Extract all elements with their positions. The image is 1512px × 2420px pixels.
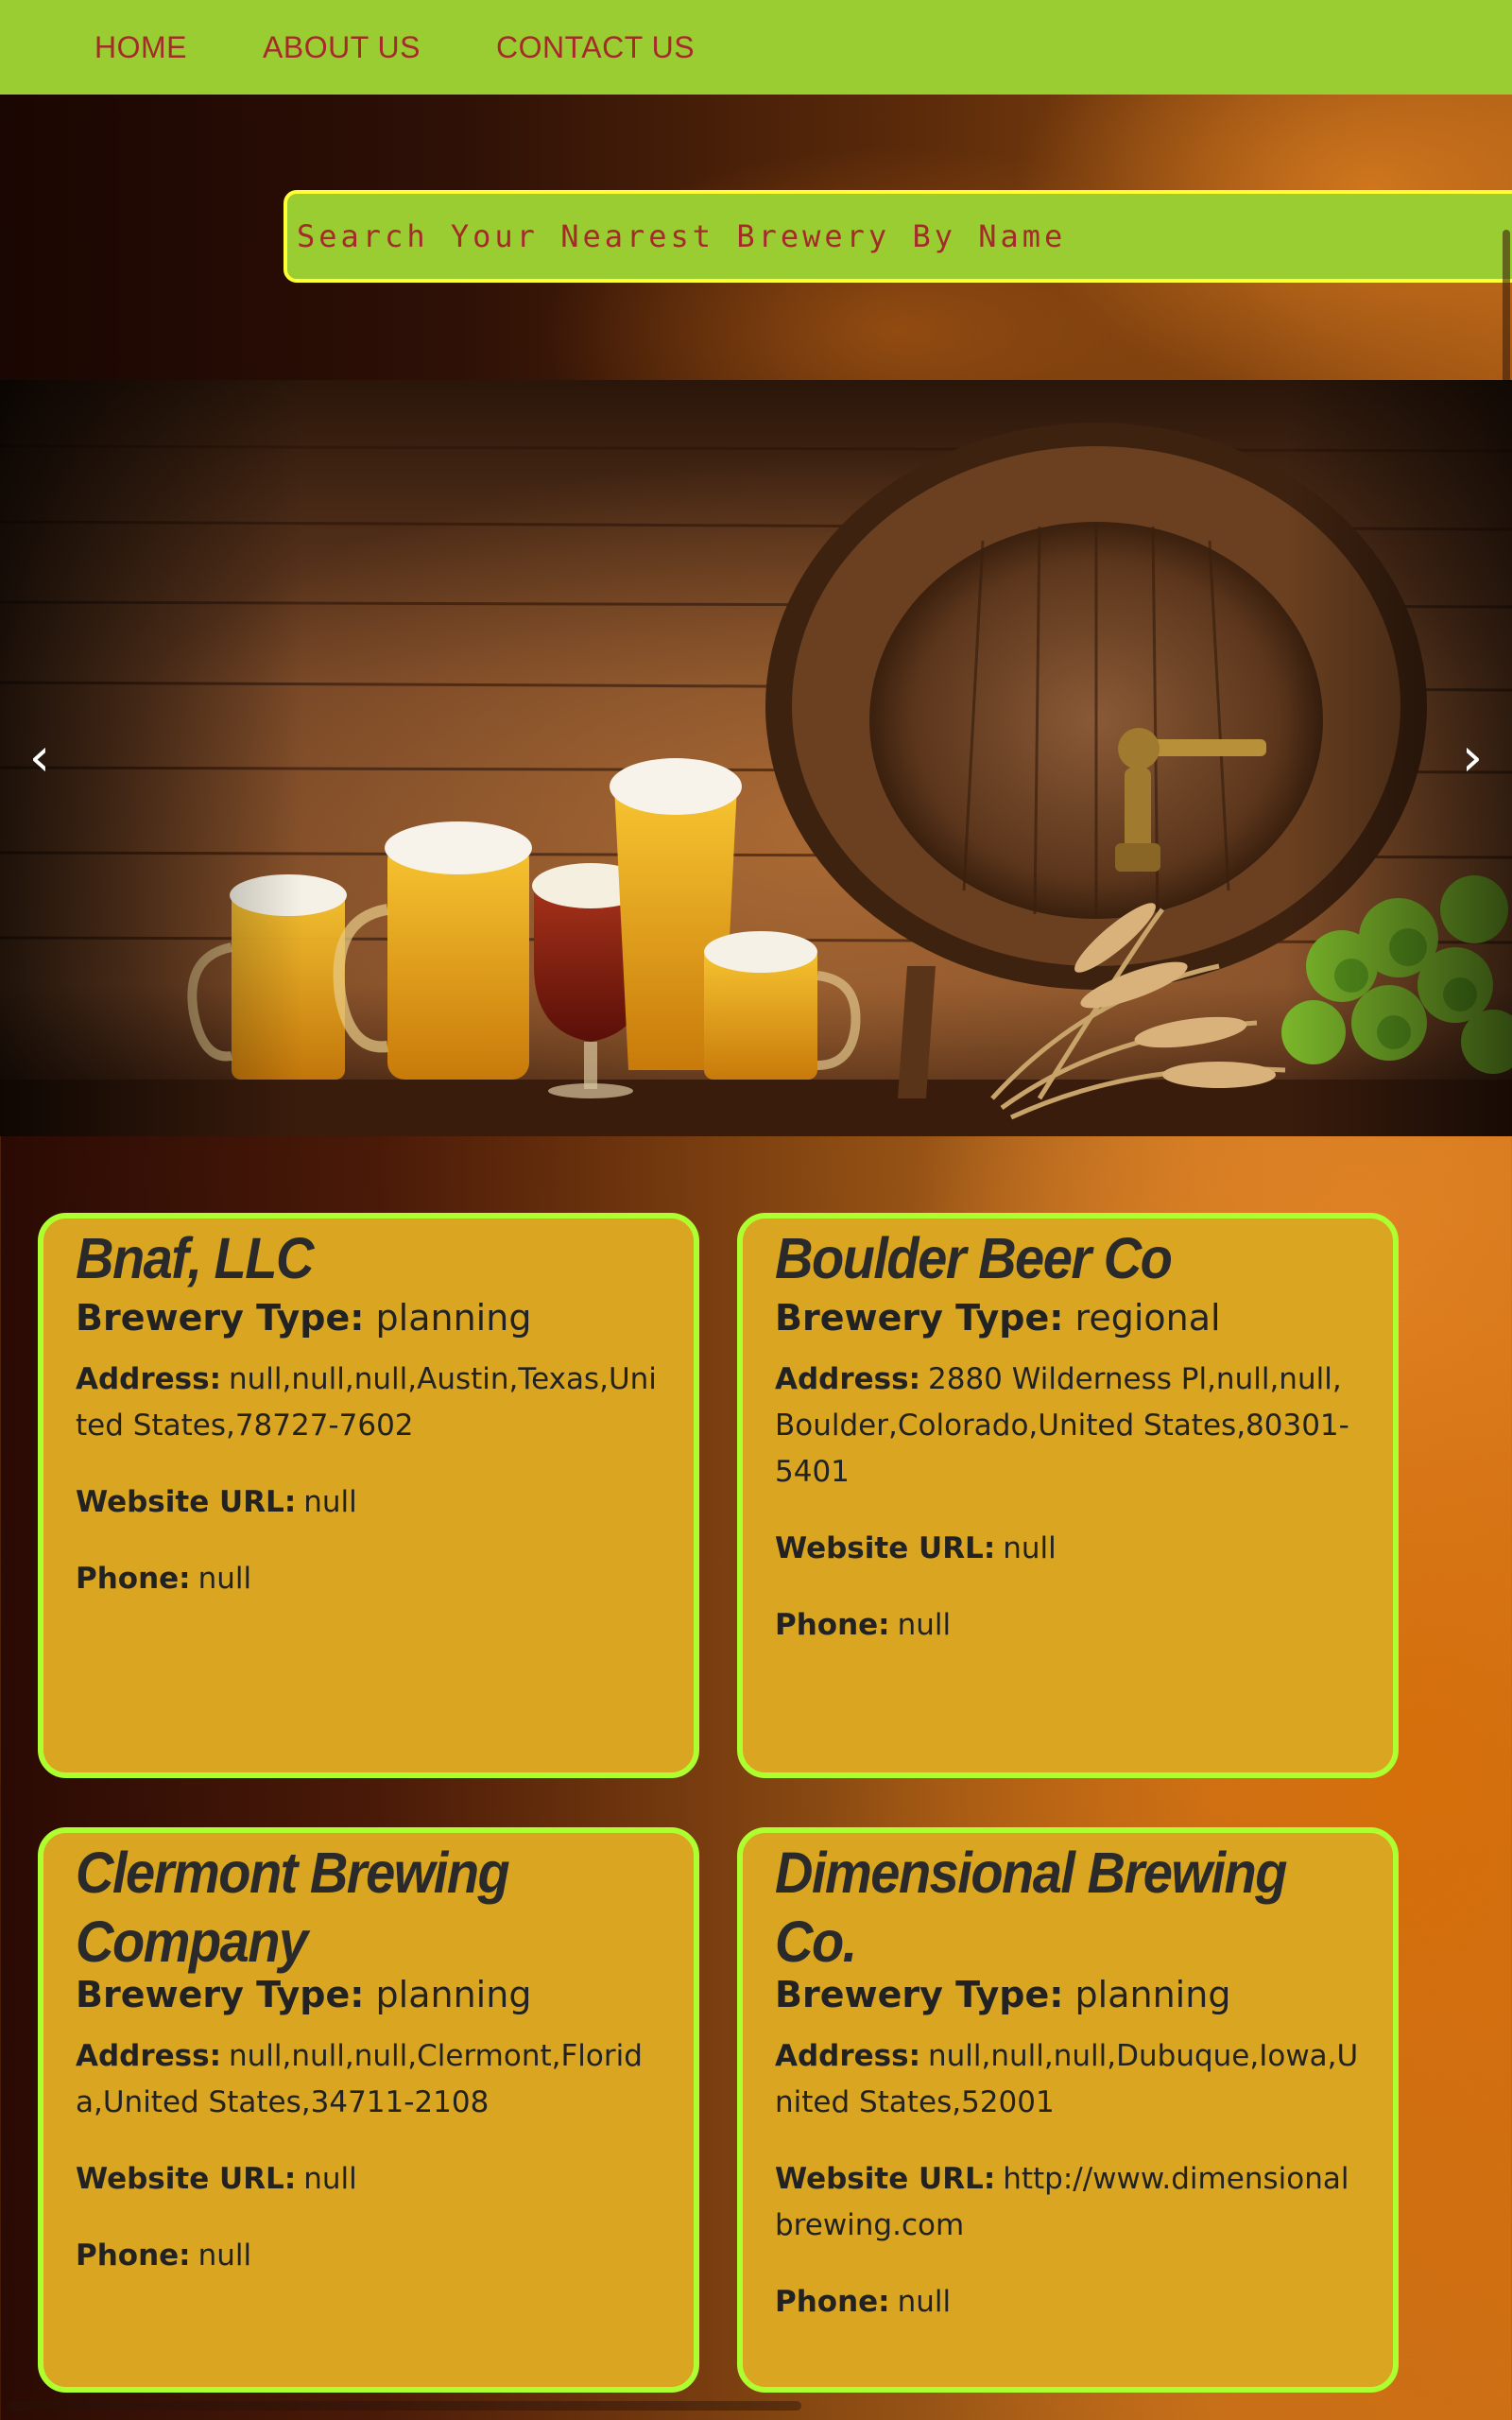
brewery-card: Boulder Beer Co Brewery Type: regional A… xyxy=(737,1213,1399,1778)
brewery-type-value: planning xyxy=(1074,1974,1231,2015)
beer-barrel-image xyxy=(0,380,1512,1136)
phone-value: null xyxy=(897,1608,952,1642)
brewery-type: Brewery Type: planning xyxy=(76,1294,662,1341)
website-label: Website URL: xyxy=(76,2162,297,2196)
brewery-type-value: planning xyxy=(375,1974,532,2015)
brewery-name: Bnaf, LLC xyxy=(76,1225,314,1291)
brewery-name: Dimensional Brewing Co. xyxy=(775,1840,1287,1974)
brewery-type-value: planning xyxy=(375,1297,532,1339)
carousel-next-button[interactable]: › xyxy=(1444,730,1501,786)
brewery-type: Brewery Type: planning xyxy=(775,1971,1361,2018)
brewery-card: Clermont Brewing Company Brewery Type: p… xyxy=(38,1827,699,2393)
brewery-phone: Phone: null xyxy=(775,1602,1361,1649)
brewery-address: Address: null,null,null,Austin,Texas,Unit… xyxy=(76,1357,662,1449)
brewery-type-label: Brewery Type: xyxy=(76,1974,365,2015)
nav-about-link[interactable]: ABOUT US xyxy=(263,30,421,65)
website-value: null xyxy=(1003,1531,1057,1565)
website-label: Website URL: xyxy=(76,1485,297,1519)
phone-value: null xyxy=(897,2285,952,2319)
brewery-website: Website URL: null xyxy=(76,1479,662,1526)
brewery-type: Brewery Type: planning xyxy=(76,1971,662,2018)
nav-home-link[interactable]: HOME xyxy=(94,30,187,65)
brewery-type-label: Brewery Type: xyxy=(775,1974,1064,2015)
brewery-website: Website URL: null xyxy=(775,1526,1361,1572)
nav-contact-link[interactable]: CONTACT US xyxy=(496,30,695,65)
phone-label: Phone: xyxy=(775,2285,890,2319)
brewery-type-label: Brewery Type: xyxy=(76,1297,365,1339)
phone-value: null xyxy=(198,1562,252,1596)
brewery-card: Dimensional Brewing Co. Brewery Type: pl… xyxy=(737,1827,1399,2393)
brewery-name: Clermont Brewing Company xyxy=(76,1840,510,1974)
top-navbar: HOME ABOUT US CONTACT US xyxy=(0,0,1512,95)
brewery-address: Address: null,null,null,Dubuque,Iowa,Unit… xyxy=(775,2033,1361,2126)
brewery-type-label: Brewery Type: xyxy=(775,1297,1064,1339)
website-label: Website URL: xyxy=(775,1531,996,1565)
brewery-phone: Phone: null xyxy=(76,2233,662,2279)
search-input[interactable] xyxy=(284,190,1512,283)
brewery-card: Bnaf, LLC Brewery Type: planning Address… xyxy=(38,1213,699,1778)
address-label: Address: xyxy=(76,1362,221,1396)
brewery-name: Boulder Beer Co xyxy=(775,1225,1173,1291)
phone-label: Phone: xyxy=(775,1608,890,1642)
website-value: null xyxy=(303,1485,357,1519)
brewery-type-value: regional xyxy=(1074,1297,1221,1339)
brewery-phone: Phone: null xyxy=(775,2279,1361,2325)
website-value: null xyxy=(303,2162,357,2196)
phone-value: null xyxy=(198,2238,252,2273)
image-carousel: ‹ › xyxy=(0,380,1512,1136)
website-label: Website URL: xyxy=(775,2162,996,2196)
address-label: Address: xyxy=(775,1362,920,1396)
search-banner xyxy=(0,95,1512,471)
brewery-address: Address: null,null,null,Clermont,Florida,… xyxy=(76,2033,662,2126)
phone-label: Phone: xyxy=(76,1562,191,1596)
brewery-website: Website URL: http://www.dimensionalbrewin… xyxy=(775,2156,1361,2249)
carousel-prev-button[interactable]: ‹ xyxy=(11,730,68,786)
brewery-website: Website URL: null xyxy=(76,2156,662,2203)
brewery-phone: Phone: null xyxy=(76,1556,662,1602)
horizontal-scrollbar[interactable] xyxy=(8,2401,801,2411)
address-label: Address: xyxy=(76,2039,221,2073)
brewery-type: Brewery Type: regional xyxy=(775,1294,1361,1341)
address-label: Address: xyxy=(775,2039,920,2073)
phone-label: Phone: xyxy=(76,2238,191,2273)
brewery-address: Address: 2880 Wilderness Pl,null,null,Bou… xyxy=(775,1357,1361,1495)
